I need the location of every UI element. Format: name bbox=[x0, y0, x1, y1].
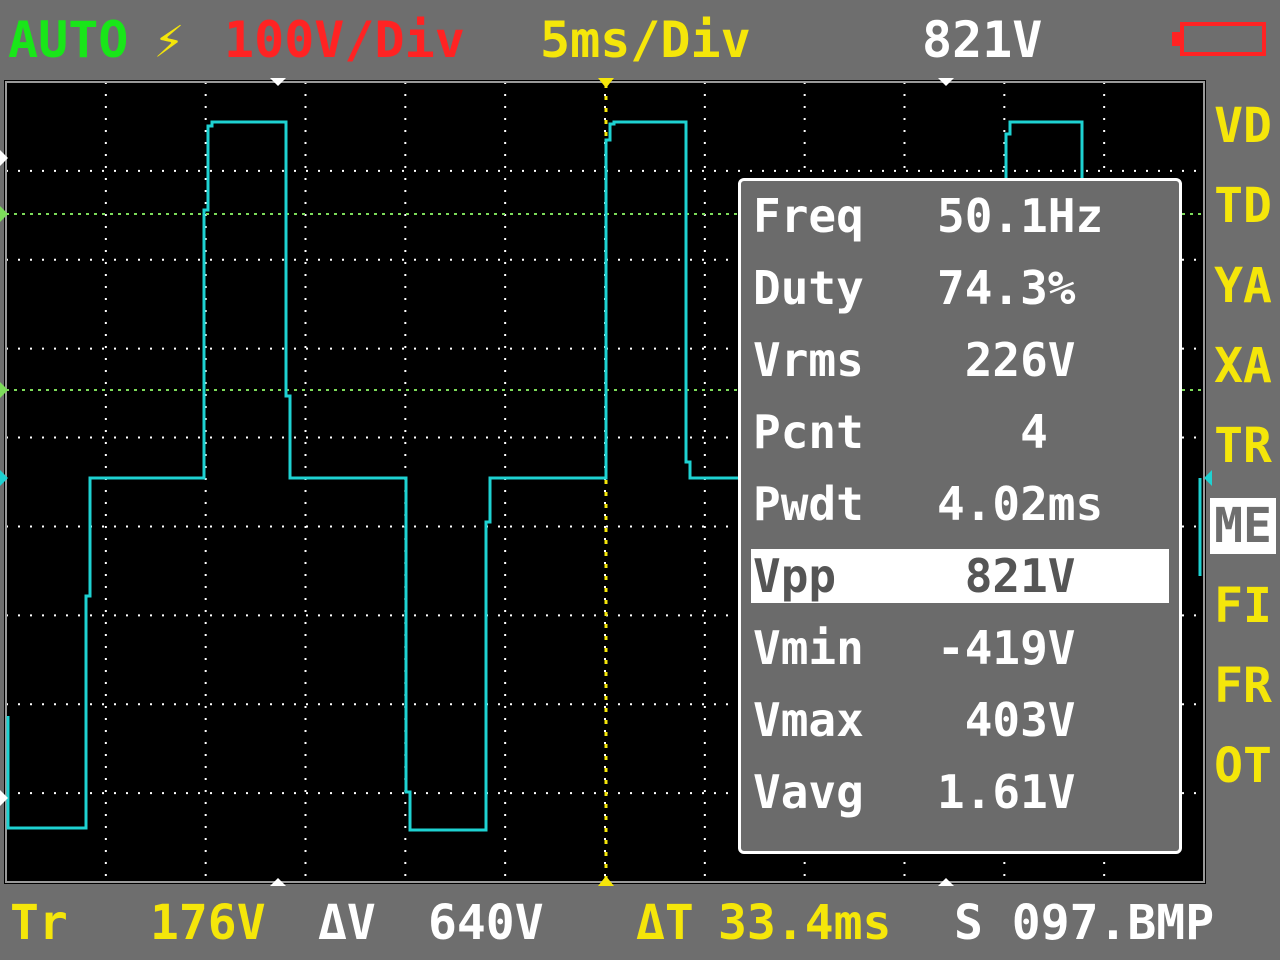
trigger-edge-icon: ⚡ bbox=[154, 11, 185, 69]
menu-item-me[interactable]: ME bbox=[1206, 496, 1280, 576]
voltage-reading: 821V bbox=[922, 11, 1043, 69]
measurement-value: 403V bbox=[937, 693, 1076, 747]
measurement-value: -419V bbox=[937, 621, 1076, 675]
menu-item-ot[interactable]: OT bbox=[1206, 736, 1280, 816]
delta-v-value: 640V bbox=[428, 895, 544, 951]
measurement-row-freq[interactable]: Freq 50.1Hz bbox=[751, 189, 1169, 243]
measurement-label: Pcnt bbox=[753, 405, 864, 459]
measurement-row-duty[interactable]: Duty 74.3% bbox=[751, 261, 1169, 315]
menu-item-label: TR bbox=[1214, 418, 1272, 474]
menu-item-fi[interactable]: FI bbox=[1206, 576, 1280, 656]
measurement-value: 4.02ms bbox=[937, 477, 1104, 531]
menu-item-label: VD bbox=[1214, 98, 1272, 154]
menu-item-label: YA bbox=[1214, 258, 1272, 314]
measurement-value: 1.61V bbox=[937, 765, 1076, 819]
measurement-row-pcnt[interactable]: Pcnt 4 bbox=[751, 405, 1169, 459]
measurement-row-vavg[interactable]: Vavg 1.61V bbox=[751, 765, 1169, 819]
measurement-row-vmax[interactable]: Vmax 403V bbox=[751, 693, 1169, 747]
side-menu: VD TD YA XA TR ME FI FR OT bbox=[1206, 96, 1280, 816]
menu-item-tr[interactable]: TR bbox=[1206, 416, 1280, 496]
footer-bar: Tr 176V ΔV 640V ΔT 33.4ms S 097.BMP bbox=[0, 886, 1280, 960]
menu-item-label: OT bbox=[1214, 738, 1272, 794]
measurement-value: 74.3% bbox=[937, 261, 1076, 315]
menu-item-label: TD bbox=[1214, 178, 1272, 234]
menu-item-vd[interactable]: VD bbox=[1206, 96, 1280, 176]
measurement-label: Freq bbox=[753, 189, 864, 243]
measurement-label: Duty bbox=[753, 261, 864, 315]
measurement-row-vpp[interactable]: Vpp 821V bbox=[751, 549, 1169, 603]
delta-t-label: ΔT bbox=[636, 895, 694, 951]
measurement-value: 821V bbox=[937, 549, 1076, 603]
menu-item-label: XA bbox=[1214, 338, 1272, 394]
measurement-label: Vmin bbox=[753, 621, 864, 675]
delta-v-label: ΔV bbox=[318, 895, 376, 951]
measurement-row-vrms[interactable]: Vrms 226V bbox=[751, 333, 1169, 387]
measurement-value: 226V bbox=[937, 333, 1076, 387]
measurement-row-pwdt[interactable]: Pwdt 4.02ms bbox=[751, 477, 1169, 531]
time-per-div[interactable]: 5ms/Div bbox=[540, 8, 751, 72]
trigger-level-value: 176V bbox=[150, 895, 266, 951]
menu-item-label: ME bbox=[1210, 498, 1276, 554]
measurement-label: Vpp bbox=[753, 549, 837, 603]
measurement-value: 4 bbox=[937, 405, 1048, 459]
battery-icon bbox=[1180, 22, 1266, 56]
trigger-mode[interactable]: AUTO bbox=[8, 8, 128, 72]
measurement-value: 50.1Hz bbox=[937, 189, 1104, 243]
measurement-panel: Freq 50.1Hz Duty 74.3% Vrms 226V Pcnt 4 Pwdt 4.… bbox=[738, 178, 1182, 854]
menu-item-label: FI bbox=[1214, 578, 1272, 634]
delta-t-value: 33.4ms bbox=[718, 895, 892, 951]
menu-item-label: FR bbox=[1214, 658, 1272, 714]
measurement-label: Vavg bbox=[753, 765, 864, 819]
file-name: S 097.BMP bbox=[954, 895, 1215, 951]
measurement-label: Vrms bbox=[753, 333, 864, 387]
measurement-label: Vmax bbox=[753, 693, 864, 747]
trigger-level-label: Tr bbox=[10, 895, 68, 951]
measurement-row-vmin[interactable]: Vmin -419V bbox=[751, 621, 1169, 675]
menu-item-ya[interactable]: YA bbox=[1206, 256, 1280, 336]
menu-item-td[interactable]: TD bbox=[1206, 176, 1280, 256]
menu-item-xa[interactable]: XA bbox=[1206, 336, 1280, 416]
status-bar: AUTO ⚡ 100V/Div 5ms/Div 821V bbox=[0, 0, 1280, 80]
volts-per-div[interactable]: 100V/Div bbox=[224, 8, 465, 72]
menu-item-fr[interactable]: FR bbox=[1206, 656, 1280, 736]
measurement-label: Pwdt bbox=[753, 477, 864, 531]
